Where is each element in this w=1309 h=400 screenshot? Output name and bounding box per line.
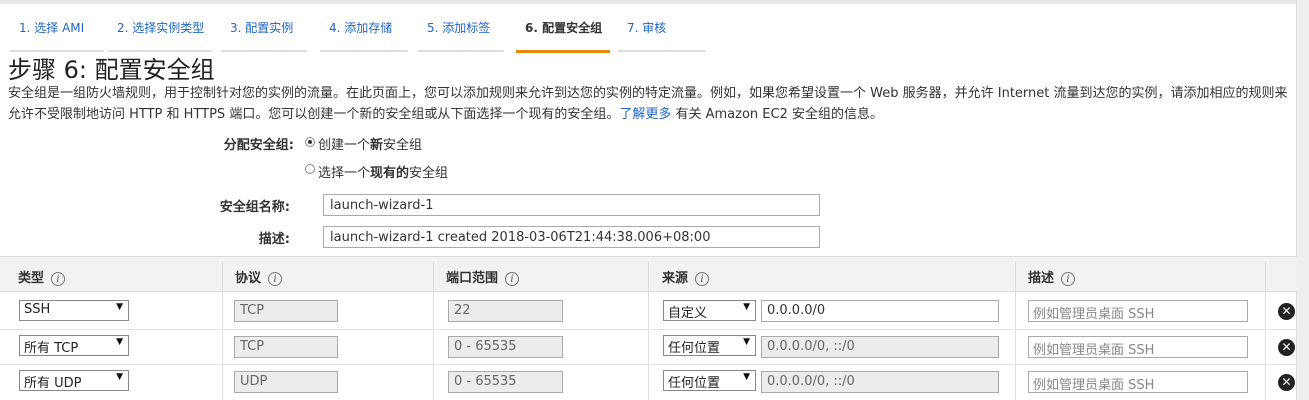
info-icon[interactable]: i: [1061, 271, 1076, 286]
step-label: 5. 添加标签: [427, 21, 491, 35]
header-label: 描述: [1028, 271, 1055, 286]
dropdown-arrow-icon: ▼: [116, 337, 123, 347]
rule-description-input[interactable]: 例如管理员桌面 SSH: [1028, 300, 1248, 322]
step-security-group[interactable]: 6. 配置安全组: [516, 19, 610, 53]
page-description: 安全组是一组防火墙规则，用于控制针对您的实例的流量。在此页面上，您可以添加规则来…: [8, 83, 1300, 125]
header-protocol: 协议 i: [235, 267, 283, 286]
step-label: 7. 审核: [627, 21, 667, 35]
header-label: 类型: [18, 271, 45, 286]
learn-more-link[interactable]: 了解更多: [619, 107, 671, 122]
step-choose-ami[interactable]: 1. 选择 AMI: [10, 19, 104, 52]
header-label: 协议: [235, 271, 262, 286]
row-divider: [0, 364, 1297, 365]
type-select-value: 所有 UDP: [24, 376, 82, 391]
type-select-value: 所有 TCP: [24, 341, 79, 356]
type-select-value: SSH: [24, 302, 51, 317]
scrollbar[interactable]: [1296, 0, 1309, 400]
top-border: [0, 0, 1309, 4]
radio-create-new-label[interactable]: 创建一个新安全组: [318, 134, 422, 153]
protocol-field: TCP: [234, 336, 338, 358]
source-cidr-input[interactable]: 0.0.0.0/0: [761, 300, 999, 322]
type-select[interactable]: 所有 TCP ▼: [19, 335, 129, 356]
header-type: 类型 i: [18, 267, 66, 286]
security-group-name-label: 安全组名称:: [219, 200, 290, 215]
step-instance-type[interactable]: 2. 选择实例类型: [108, 19, 212, 52]
delete-rule-icon[interactable]: ✕: [1278, 303, 1295, 320]
radio-select-existing-label[interactable]: 选择一个现有的安全组: [318, 162, 448, 181]
option-text: 创建一个: [318, 138, 371, 153]
row-divider: [0, 329, 1297, 330]
radio-create-new[interactable]: [305, 137, 315, 147]
column-divider: [1265, 262, 1266, 400]
dropdown-arrow-icon: ▼: [116, 372, 123, 382]
info-icon[interactable]: i: [695, 271, 710, 286]
info-icon[interactable]: i: [51, 271, 66, 286]
option-text-bold: 现有的: [370, 166, 410, 181]
source-type-value: 自定义: [668, 306, 708, 321]
option-text: 选择一个: [318, 166, 371, 181]
protocol-field: UDP: [234, 371, 338, 393]
step-add-tags[interactable]: 5. 添加标签: [418, 19, 504, 52]
step-label: 1. 选择 AMI: [19, 21, 85, 35]
radio-select-existing[interactable]: [305, 164, 315, 174]
rule-description-input[interactable]: 例如管理员桌面 SSH: [1028, 371, 1248, 393]
info-icon[interactable]: i: [268, 271, 283, 286]
column-divider: [1015, 262, 1016, 400]
rule-description-input[interactable]: 例如管理员桌面 SSH: [1028, 336, 1248, 358]
type-select[interactable]: 所有 UDP ▼: [19, 370, 129, 391]
dropdown-arrow-icon: ▼: [743, 337, 750, 347]
header-description: 描述 i: [1028, 267, 1076, 286]
info-icon[interactable]: i: [505, 271, 520, 286]
assign-security-group-label: 分配安全组:: [223, 138, 294, 153]
column-divider: [648, 262, 649, 400]
step-review[interactable]: 7. 审核: [618, 19, 706, 52]
description-text-end: 有关 Amazon EC2 安全组的信息。: [671, 107, 883, 122]
step-label: 6. 配置安全组: [525, 21, 603, 35]
port-range-field: 0 - 65535: [448, 336, 563, 358]
step-label: 4. 添加存储: [329, 21, 393, 35]
step-label: 2. 选择实例类型: [117, 21, 205, 35]
column-divider: [222, 262, 223, 400]
security-group-description-input[interactable]: [323, 226, 820, 248]
dropdown-arrow-icon: ▼: [743, 302, 750, 312]
source-cidr-field: 0.0.0.0/0, ::/0: [761, 371, 999, 393]
delete-rule-icon[interactable]: ✕: [1278, 374, 1295, 391]
source-type-value: 任何位置: [668, 341, 721, 356]
option-text-bold: 新: [370, 138, 384, 153]
protocol-field: TCP: [234, 300, 338, 322]
port-range-field: 0 - 65535: [448, 371, 563, 393]
source-cidr-field: 0.0.0.0/0, ::/0: [761, 336, 999, 358]
option-text: 安全组: [383, 138, 423, 153]
header-source: 来源 i: [662, 267, 710, 286]
security-group-description-label: 描述:: [258, 232, 290, 247]
dropdown-arrow-icon: ▼: [743, 372, 750, 382]
column-divider: [433, 262, 434, 400]
page-title: 步骤 6: 配置安全组: [8, 56, 215, 84]
delete-rule-icon[interactable]: ✕: [1278, 339, 1295, 356]
dropdown-arrow-icon: ▼: [116, 302, 123, 312]
step-label: 3. 配置实例: [230, 21, 294, 35]
header-label: 端口范围: [446, 271, 499, 286]
source-type-select[interactable]: 任何位置 ▼: [663, 370, 756, 391]
security-group-name-input[interactable]: [323, 194, 820, 216]
source-type-value: 任何位置: [668, 376, 721, 391]
step-configure-instance[interactable]: 3. 配置实例: [221, 19, 307, 52]
source-type-select[interactable]: 任何位置 ▼: [663, 335, 756, 356]
step-add-storage[interactable]: 4. 添加存储: [320, 19, 408, 52]
type-select[interactable]: SSH ▼: [19, 300, 129, 321]
header-label: 来源: [662, 271, 689, 286]
header-port-range: 端口范围 i: [446, 267, 520, 286]
source-type-select[interactable]: 自定义 ▼: [663, 300, 756, 321]
option-text: 安全组: [409, 166, 449, 181]
port-range-field: 22: [448, 300, 563, 322]
